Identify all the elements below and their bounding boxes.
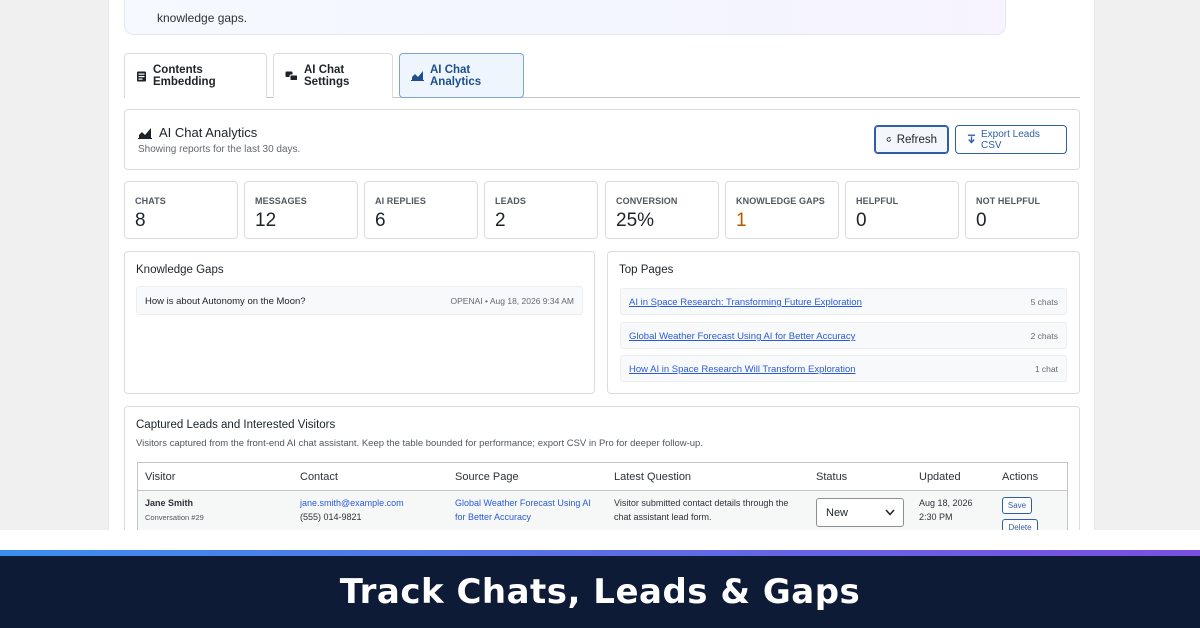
stat-ai-replies: AI REPLIES 6 — [364, 181, 478, 239]
list-item: Global Weather Forecast Using AI for Bet… — [620, 322, 1067, 349]
stat-value: 0 — [976, 210, 987, 231]
leads-table: Visitor Contact Source Page Latest Quest… — [137, 462, 1068, 530]
chat-count: 1 chat — [1034, 364, 1058, 374]
page-link[interactable]: AI in Space Research: Transforming Futur… — [629, 297, 862, 308]
knowledge-gaps-card: Knowledge Gaps How is about Autonomy on … — [124, 251, 595, 394]
page-link[interactable]: How AI in Space Research Will Transform … — [629, 364, 856, 375]
page-link[interactable]: Global Weather Forecast Using AI for Bet… — [629, 331, 855, 342]
export-label: Export Leads CSV — [981, 128, 1040, 151]
refresh-button[interactable]: Refresh — [874, 125, 949, 154]
table-row: Jane Smith Conversation #29 jane.smith@e… — [138, 491, 1067, 530]
notice-text: knowledge gaps. — [157, 11, 248, 25]
tab-label: Contents Embedding — [153, 64, 216, 88]
stat-helpful: HELPFUL 0 — [845, 181, 959, 239]
chat-count: 2 chats — [1030, 331, 1058, 341]
latest-question: Visitor submitted contact details throug… — [614, 498, 789, 508]
source-page-link[interactable]: Global Weather Forecast Using AI — [455, 496, 591, 510]
stat-label: NOT HELPFUL — [976, 196, 1041, 206]
stat-label: AI REPLIES — [375, 196, 427, 206]
save-button[interactable]: Save — [1002, 497, 1032, 514]
visitor-name: Jane Smith — [145, 498, 194, 508]
phone-number: (555) 014-9821 — [300, 512, 362, 522]
stat-value: 12 — [255, 210, 277, 231]
page-gap — [0, 530, 1200, 550]
stat-label: CONVERSION — [616, 196, 678, 206]
stat-knowledge-gaps: KNOWLEDGE GAPS 1 — [725, 181, 839, 239]
stat-value: 1 — [736, 210, 747, 231]
updated-date: Aug 18, 2026 — [919, 498, 973, 508]
download-icon — [967, 134, 976, 144]
stat-conversion: CONVERSION 25% — [605, 181, 719, 239]
conversation-id: Conversation #29 — [145, 513, 204, 522]
analytics-header: AI Chat Analytics Showing reports for th… — [124, 109, 1080, 170]
tab-label: AI Chat Analytics — [430, 63, 482, 88]
column-header: Status — [816, 471, 848, 483]
column-header: Source Page — [455, 471, 519, 483]
list-item: How AI in Space Research Will Transform … — [620, 355, 1067, 382]
page-subtitle: Showing reports for the last 30 days. — [138, 144, 301, 155]
column-header: Latest Question — [614, 471, 692, 483]
latest-question: chat assistant lead form. — [614, 512, 712, 522]
table-header: Visitor Contact Source Page Latest Quest… — [138, 463, 1067, 491]
column-header: Contact — [300, 471, 338, 483]
footer-title: Track Chats, Leads & Gaps — [339, 572, 861, 612]
status-select[interactable]: New — [816, 498, 904, 527]
chart-area-icon — [138, 127, 152, 139]
stat-messages: MESSAGES 12 — [244, 181, 358, 239]
chat-bubbles-icon — [285, 71, 298, 81]
delete-button[interactable]: Delete — [1002, 519, 1038, 530]
section-subtitle: Visitors captured from the front-end AI … — [136, 438, 703, 449]
tab-bar: Contents Embedding AI Chat Settings AI C… — [124, 53, 1080, 98]
stat-value: 0 — [856, 210, 867, 231]
leads-card: Captured Leads and Interested Visitors V… — [124, 406, 1080, 530]
gap-meta: OPENAI • Aug 18, 2026 9:34 AM — [450, 296, 574, 306]
document-icon — [137, 71, 146, 81]
stat-leads: LEADS 2 — [484, 181, 598, 239]
stat-label: MESSAGES — [255, 196, 307, 206]
chevron-down-icon — [885, 509, 895, 516]
page-title: AI Chat Analytics — [159, 125, 258, 140]
chart-area-icon — [411, 71, 424, 81]
stat-not-helpful: NOT HELPFUL 0 — [965, 181, 1079, 239]
page: knowledge gaps. Contents Embedding AI Ch… — [0, 0, 1200, 530]
updated-time: 2:30 PM — [919, 512, 953, 522]
stat-value: 6 — [375, 210, 386, 231]
column-header: Actions — [1002, 471, 1039, 483]
stat-label: KNOWLEDGE GAPS — [736, 196, 825, 206]
gap-question: How is about Autonomy on the Moon? — [145, 296, 306, 307]
stat-value: 2 — [495, 210, 506, 231]
top-pages-card: Top Pages AI in Space Research: Transfor… — [607, 251, 1080, 394]
chat-count: 5 chats — [1030, 297, 1058, 307]
tab-contents-embedding[interactable]: Contents Embedding — [124, 53, 267, 98]
tab-ai-chat-settings[interactable]: AI Chat Settings — [273, 53, 393, 98]
stat-value: 8 — [135, 210, 146, 231]
list-item: AI in Space Research: Transforming Futur… — [620, 288, 1067, 315]
column-header: Updated — [919, 471, 961, 483]
tab-ai-chat-analytics[interactable]: AI Chat Analytics — [399, 53, 524, 98]
refresh-icon — [886, 137, 892, 142]
stat-label: CHATS — [135, 196, 166, 206]
section-title: Knowledge Gaps — [136, 264, 224, 276]
status-value: New — [826, 507, 849, 519]
stat-chats: CHATS 8 — [124, 181, 238, 239]
source-page-link[interactable]: for Better Accuracy — [455, 510, 531, 524]
intro-notice: knowledge gaps. — [124, 0, 1006, 35]
list-item: How is about Autonomy on the Moon? OPENA… — [136, 286, 583, 315]
stat-value: 25% — [616, 210, 655, 231]
tab-label: AI Chat Settings — [304, 64, 350, 88]
section-title: Captured Leads and Interested Visitors — [136, 419, 336, 431]
promo-footer: Track Chats, Leads & Gaps — [0, 556, 1200, 628]
stat-label: LEADS — [495, 196, 527, 206]
refresh-label: Refresh — [896, 133, 937, 146]
stat-label: HELPFUL — [856, 196, 899, 206]
export-leads-button[interactable]: Export Leads CSV — [955, 125, 1067, 154]
section-title: Top Pages — [619, 264, 674, 276]
email-link[interactable]: jane.smith@example.com — [300, 496, 404, 510]
analytics-title-row: AI Chat Analytics — [138, 125, 257, 140]
column-header: Visitor — [145, 471, 176, 483]
